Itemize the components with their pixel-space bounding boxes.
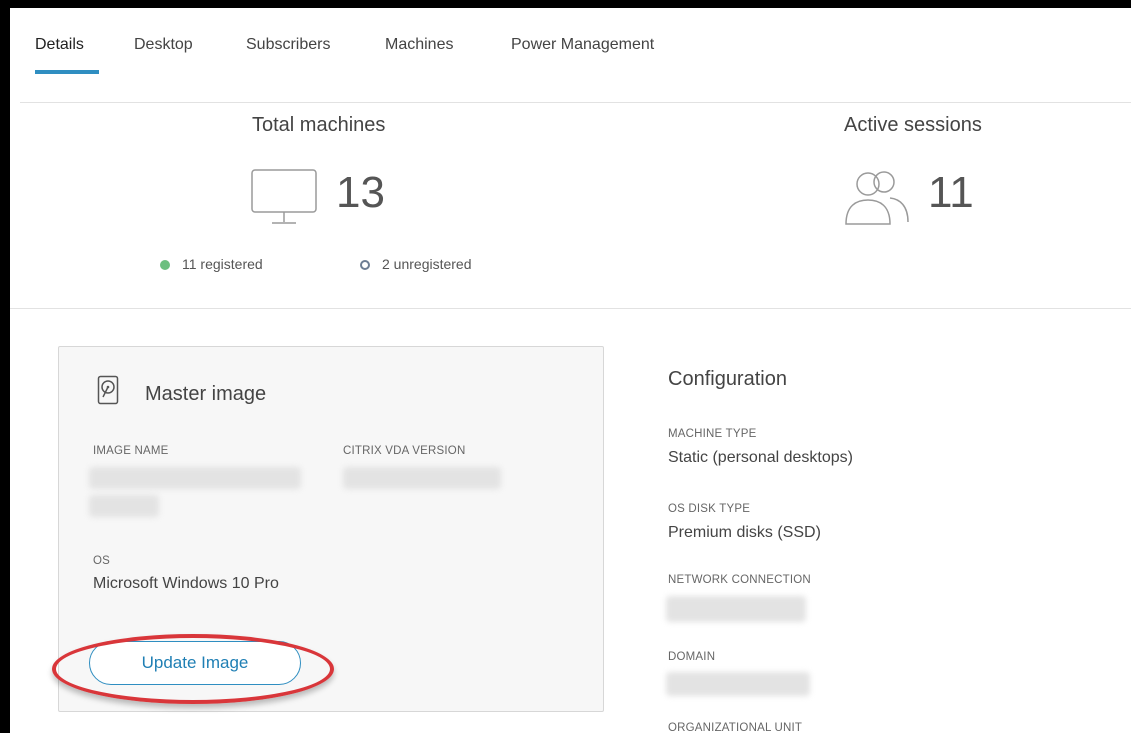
domain-redacted [666, 672, 810, 696]
active-sessions-value: 11 [928, 168, 974, 217]
os-label: OS [93, 555, 111, 567]
disk-image-icon [97, 375, 119, 405]
os-disk-type-value: Premium disks (SSD) [668, 524, 821, 541]
organizational-unit-label: ORGANIZATIONAL UNIT [668, 722, 803, 734]
total-machines-value: 13 [336, 168, 385, 217]
monitor-icon [251, 169, 317, 224]
tab-subscribers[interactable]: Subscribers [246, 36, 330, 54]
registered-count: 11 registered [182, 256, 263, 272]
tab-bar: Details Desktop Subscribers Machines Pow… [20, 8, 1131, 103]
os-disk-type-label: OS DISK TYPE [668, 503, 751, 515]
tab-machines[interactable]: Machines [385, 36, 453, 54]
window-frame-top [0, 0, 1131, 8]
configuration-title: Configuration [668, 368, 787, 390]
update-image-button[interactable]: Update Image [89, 641, 301, 685]
network-connection-redacted [666, 596, 806, 622]
tab-desktop[interactable]: Desktop [134, 36, 193, 54]
unregistered-count: 2 unregistered [382, 256, 472, 272]
unregistered-status-dot [360, 260, 370, 271]
domain-label: DOMAIN [668, 651, 716, 663]
network-connection-label: NETWORK CONNECTION [668, 574, 811, 586]
vda-version-redacted [343, 467, 501, 489]
total-machines-title: Total machines [252, 114, 386, 136]
image-name-redacted [89, 467, 301, 489]
tab-details[interactable]: Details [35, 36, 84, 54]
active-sessions-title: Active sessions [844, 114, 982, 136]
users-icon [845, 171, 909, 225]
machine-type-value: Static (personal desktops) [668, 449, 853, 466]
master-image-title: Master image [145, 383, 267, 405]
registered-legend: 11 registered [160, 256, 263, 272]
window-frame-left [0, 0, 10, 733]
tab-power-management[interactable]: Power Management [511, 36, 654, 54]
image-name-label: IMAGE NAME [93, 445, 169, 457]
master-image-card: Master image IMAGE NAME CITRIX VDA VERSI… [58, 346, 604, 712]
section-divider [10, 308, 1131, 309]
registered-status-dot [160, 260, 170, 271]
machine-type-label: MACHINE TYPE [668, 428, 757, 440]
os-value: Microsoft Windows 10 Pro [93, 575, 279, 592]
active-tab-indicator [35, 70, 99, 74]
image-name-redacted-line2 [89, 495, 159, 517]
vda-version-label: CITRIX VDA VERSION [343, 445, 466, 457]
unregistered-legend: 2 unregistered [360, 256, 472, 272]
